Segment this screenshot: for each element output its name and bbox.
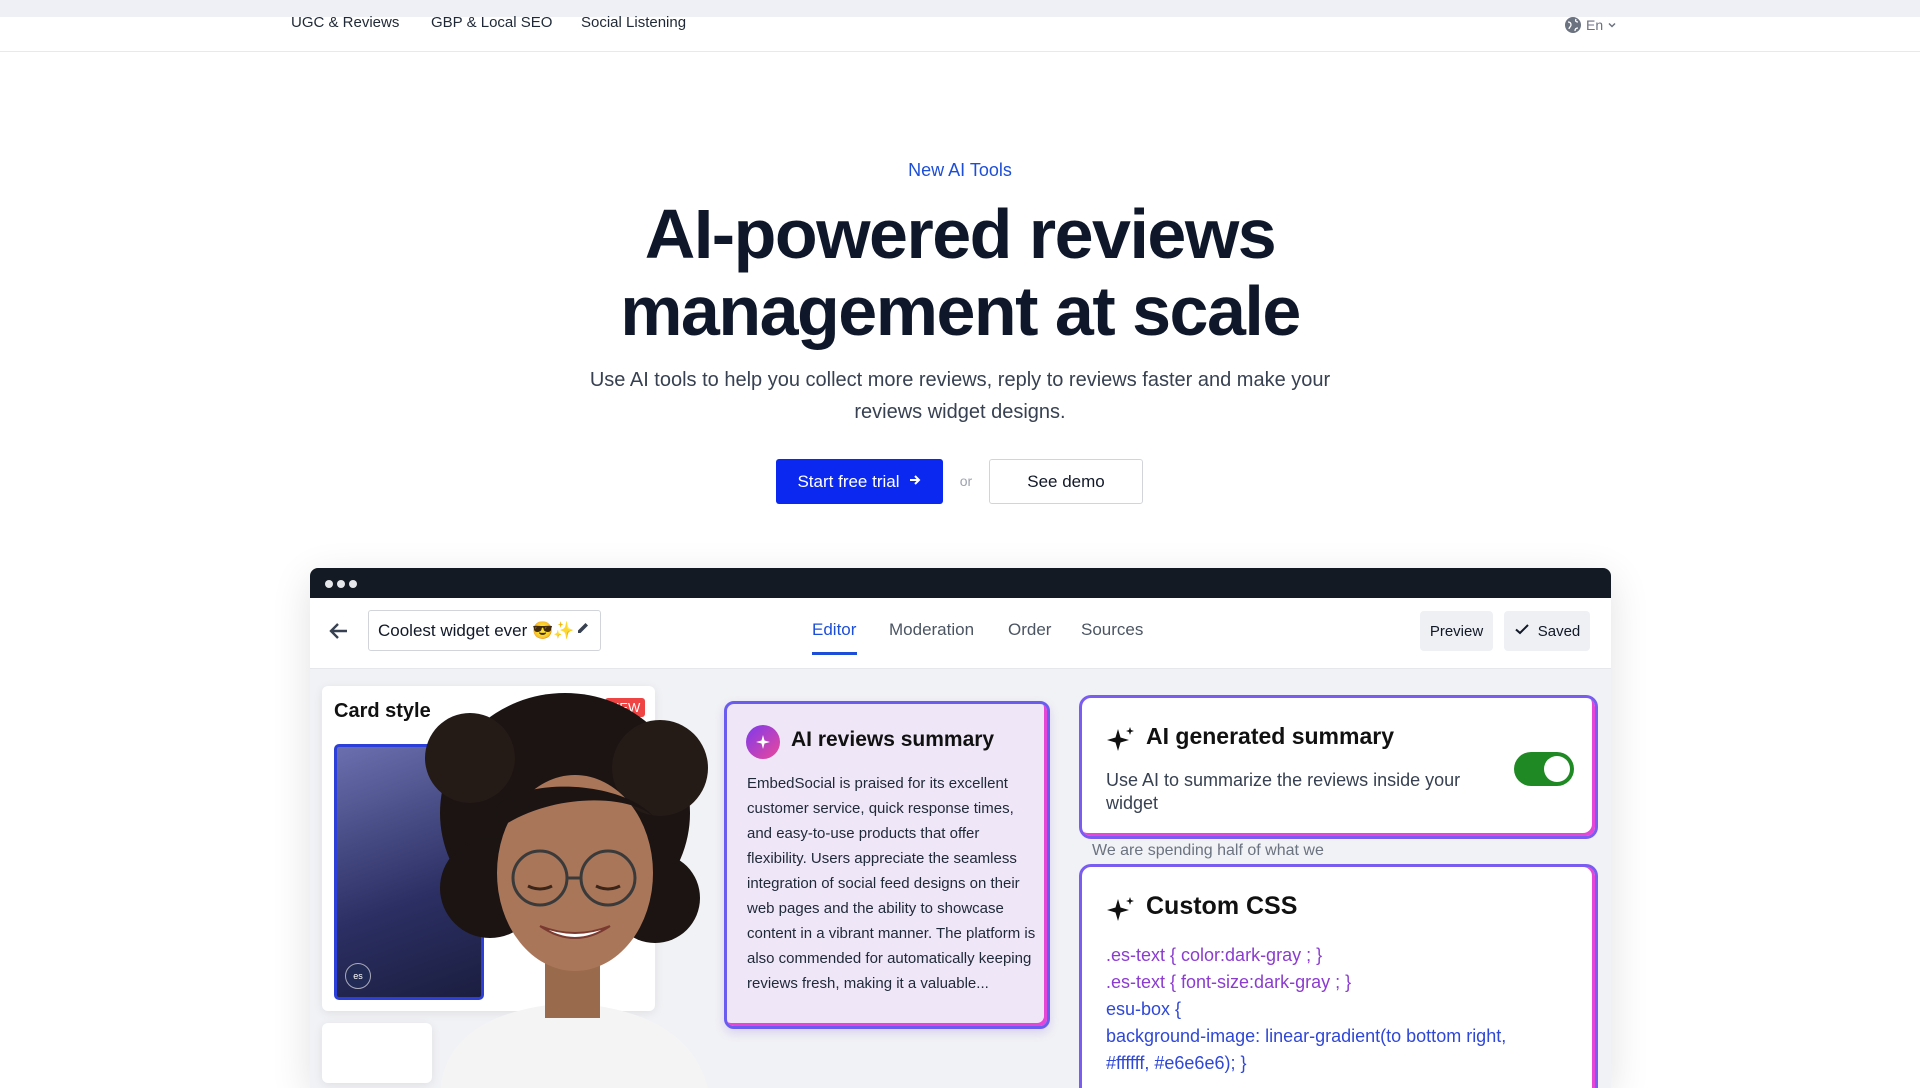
- widget-name-text: Coolest widget ever 😎✨: [378, 620, 575, 640]
- preview-button[interactable]: Preview: [1420, 611, 1493, 651]
- css-line: esu-box {: [1106, 999, 1182, 1019]
- editor-toolbar: Coolest widget ever 😎✨ Editor Moderation…: [310, 598, 1611, 669]
- back-arrow-icon[interactable]: [328, 620, 350, 647]
- widget-name-field[interactable]: Coolest widget ever 😎✨: [368, 610, 601, 651]
- sparkle-icon: [746, 725, 780, 759]
- top-navbar: UGC & Reviews GBP & Local SEO Social Lis…: [0, 0, 1920, 52]
- globe-icon: [1564, 16, 1582, 34]
- saved-button[interactable]: Saved: [1504, 611, 1590, 651]
- see-demo-button[interactable]: See demo: [989, 459, 1143, 504]
- window-dot: [337, 580, 345, 588]
- active-tab-indicator: [812, 652, 857, 655]
- hero-headline-line-1: AI-powered reviews: [644, 195, 1277, 273]
- css-line: .es-text { font-size:dark-gray ; }: [1106, 972, 1352, 992]
- ai-reviews-summary-title: AI reviews summary: [791, 728, 995, 751]
- css-line: background-image: linear-gradient(to bot…: [1106, 1026, 1507, 1046]
- nav-item-social-listening[interactable]: Social Listening: [581, 14, 686, 31]
- pencil-icon[interactable]: [575, 620, 591, 641]
- ai-generated-summary-card: AI generated summary Use AI to summarize…: [1079, 695, 1598, 839]
- ai-reviews-summary-card: AI reviews summary EmbedSocial is praise…: [724, 701, 1050, 1029]
- window-dot: [325, 580, 333, 588]
- language-label: En: [1586, 17, 1604, 33]
- custom-css-code[interactable]: .es-text { color:dark-gray ; } .es-text …: [1106, 942, 1576, 1077]
- nav-item-gbp-local-seo[interactable]: GBP & Local SEO: [431, 14, 552, 31]
- ai-generated-summary-description: Use AI to summarize the reviews inside y…: [1106, 770, 1461, 813]
- language-selector[interactable]: En: [1564, 16, 1617, 34]
- nav-item-ugc-reviews[interactable]: UGC & Reviews: [291, 14, 399, 31]
- ai-generated-summary-title: AI generated summary: [1146, 723, 1394, 749]
- tab-moderation[interactable]: Moderation: [889, 620, 974, 640]
- sparkles-icon: [1106, 895, 1136, 930]
- hero-headline: AI-powered reviews management at scale: [0, 196, 1920, 350]
- ai-reviews-summary-text: EmbedSocial is praised for its excellent…: [747, 775, 1036, 992]
- app-mockup: Coolest widget ever 😎✨ Editor Moderation…: [310, 568, 1611, 1088]
- tab-order[interactable]: Order: [1008, 620, 1051, 640]
- ai-summary-toggle[interactable]: [1514, 752, 1574, 786]
- tab-editor[interactable]: Editor: [812, 620, 856, 640]
- start-free-trial-button[interactable]: Start free trial: [776, 459, 943, 504]
- css-line: .es-text { color:dark-gray ; }: [1106, 945, 1323, 965]
- start-free-trial-label: Start free trial: [797, 471, 900, 491]
- arrow-right-icon: [908, 472, 922, 492]
- woman-portrait-image: [425, 693, 708, 1088]
- toggle-knob: [1544, 756, 1570, 782]
- hero-eyebrow: New AI Tools: [908, 160, 1012, 180]
- hero-subtext: Use AI tools to help you collect more re…: [589, 369, 1331, 423]
- checkmark-icon: [1514, 621, 1530, 641]
- sparkles-icon: [1106, 725, 1136, 760]
- mockup-window-bar: [310, 568, 1611, 598]
- brand-logo-icon: es: [345, 963, 371, 989]
- tab-sources[interactable]: Sources: [1081, 620, 1143, 640]
- css-line: #ffffff, #e6e6e6); }: [1106, 1053, 1247, 1073]
- or-separator: or: [959, 473, 973, 489]
- custom-css-title: Custom CSS: [1146, 892, 1298, 920]
- custom-css-card: Custom CSS .es-text { color:dark-gray ; …: [1079, 864, 1598, 1088]
- window-dot: [349, 580, 357, 588]
- chevron-down-icon: [1607, 20, 1617, 30]
- hero-headline-line-2: management at scale: [620, 272, 1301, 350]
- saved-label: Saved: [1537, 622, 1581, 640]
